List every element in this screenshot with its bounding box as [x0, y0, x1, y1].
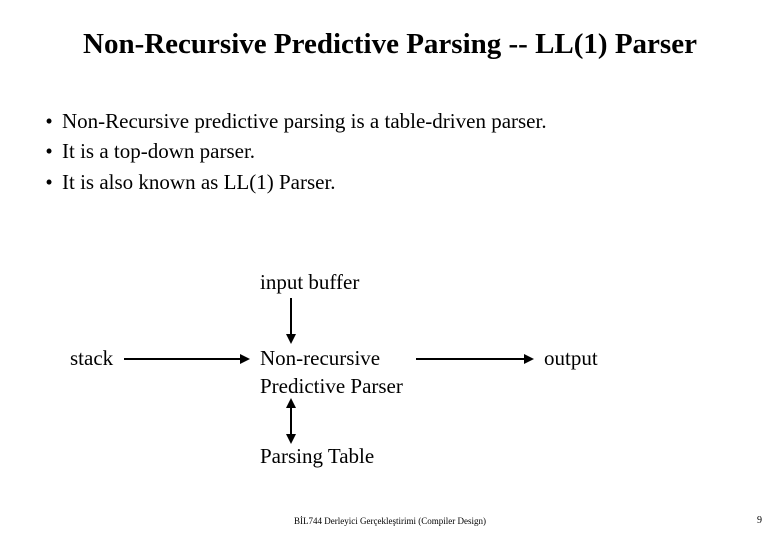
- diagram-output: output: [544, 346, 598, 371]
- arrow-line: [416, 358, 524, 360]
- arrow-line: [290, 408, 292, 434]
- bullet-item: Non-Recursive predictive parsing is a ta…: [36, 106, 736, 136]
- arrowhead-up-icon: [286, 398, 296, 408]
- bullet-text: Non-Recursive predictive parsing is a ta…: [62, 109, 547, 133]
- page-number: 9: [757, 515, 762, 526]
- diagram-parser-line1: Non-recursive: [260, 346, 380, 371]
- diagram-stack: stack: [70, 346, 113, 371]
- arrowhead-down-icon: [286, 434, 296, 444]
- bullet-text: It is a top-down parser.: [62, 139, 255, 163]
- bullet-text: It is also known as LL(1) Parser.: [62, 170, 336, 194]
- arrowhead-right-icon: [240, 354, 250, 364]
- arrow-line: [124, 358, 240, 360]
- arrowhead-down-icon: [286, 334, 296, 344]
- slide: Non-Recursive Predictive Parsing -- LL(1…: [0, 0, 780, 540]
- slide-title: Non-Recursive Predictive Parsing -- LL(1…: [0, 28, 780, 61]
- parser-diagram: input buffer stack Non-recursive Predict…: [0, 250, 780, 480]
- diagram-input-buffer: input buffer: [260, 270, 359, 295]
- bullet-list: Non-Recursive predictive parsing is a ta…: [36, 106, 736, 197]
- arrowhead-right-icon: [524, 354, 534, 364]
- arrow-line: [290, 298, 292, 334]
- diagram-parser-line2: Predictive Parser: [260, 374, 403, 399]
- bullet-item: It is also known as LL(1) Parser.: [36, 167, 736, 197]
- bullet-item: It is a top-down parser.: [36, 136, 736, 166]
- footer-text: BİL744 Derleyici Gerçekleştirimi (Compil…: [0, 516, 780, 526]
- diagram-parsing-table: Parsing Table: [260, 444, 374, 469]
